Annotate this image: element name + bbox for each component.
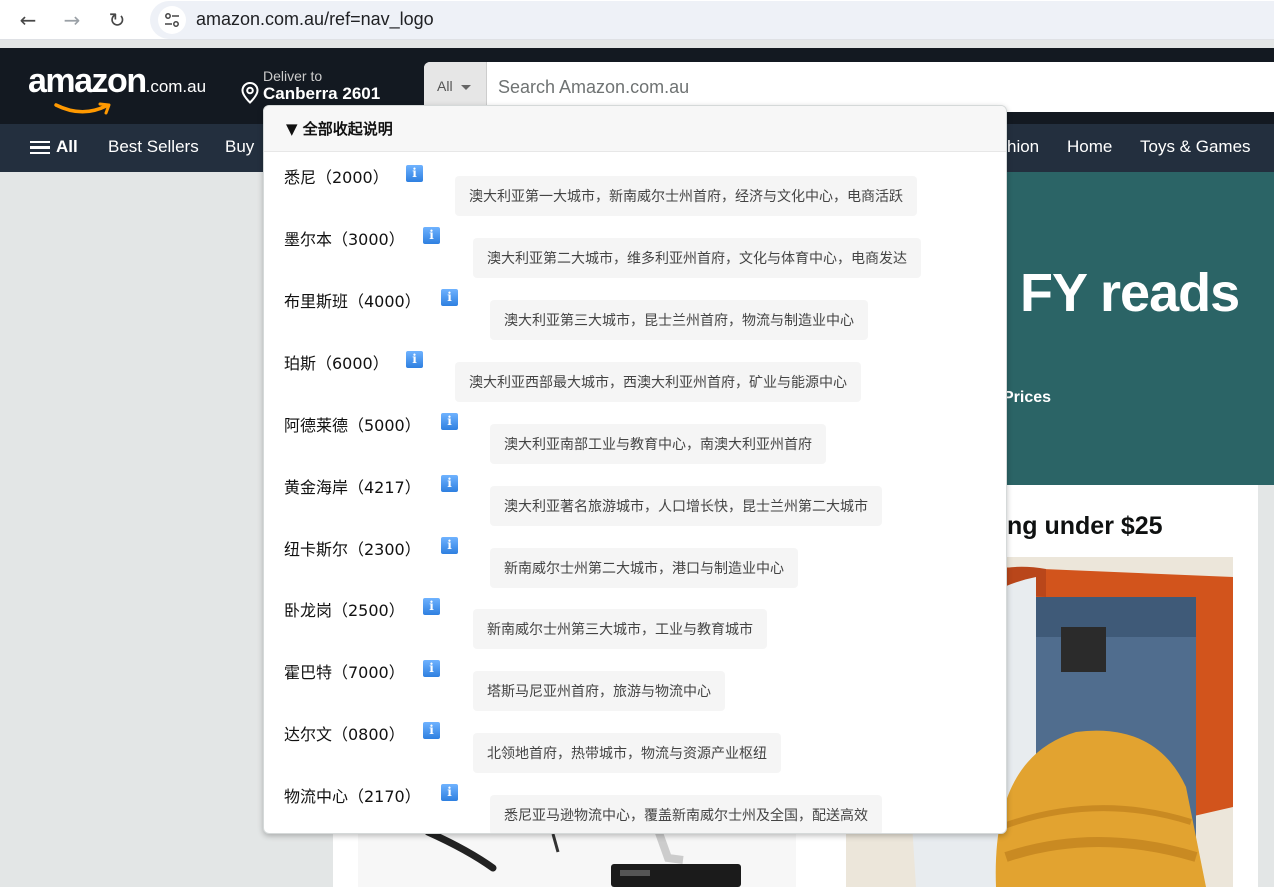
city-description: 澳大利亚西部最大城市，西澳大利亚州首府，矿业与能源中心	[455, 362, 861, 402]
city-label[interactable]: 物流中心（2170）	[284, 783, 421, 807]
city-row-darwin[interactable]: 达尔文（0800） i 北领地首府，热带城市，物流与资源产业枢纽	[264, 721, 1006, 783]
site-settings-icon[interactable]	[158, 6, 186, 34]
card-title: ng under $25	[1007, 512, 1163, 540]
city-row-perth[interactable]: 珀斯（6000） i 澳大利亚西部最大城市，西澳大利亚州首府，矿业与能源中心	[264, 350, 1006, 412]
city-description: 澳大利亚著名旅游城市，人口增长快，昆士兰州第二大城市	[490, 486, 882, 526]
city-label[interactable]: 霍巴特（7000）	[284, 659, 405, 683]
city-row-logistics-centre[interactable]: 物流中心（2170） i 悉尼亚马逊物流中心，覆盖新南威尔士州及全国，配送高效	[264, 783, 1006, 833]
info-icon[interactable]: i	[406, 351, 423, 368]
info-icon[interactable]: i	[423, 227, 440, 244]
back-icon[interactable]: ←	[14, 6, 42, 34]
caret-down-icon	[460, 84, 471, 90]
hero-prices-text: Prices	[1003, 389, 1052, 406]
city-label[interactable]: 阿德莱德（5000）	[284, 412, 421, 436]
city-description: 新南威尔士州第二大城市，港口与制造业中心	[490, 548, 798, 588]
city-label[interactable]: 纽卡斯尔（2300）	[284, 536, 421, 560]
treadmill-image[interactable]	[358, 830, 796, 887]
all-menu-label: All	[56, 137, 78, 156]
city-label[interactable]: 珀斯（6000）	[284, 350, 389, 374]
hero-headline: FY reads	[1020, 263, 1240, 323]
location-pin-icon	[241, 82, 259, 104]
city-row-sydney[interactable]: 悉尼（2000） i 澳大利亚第一大城市，新南威尔士州首府，经济与文化中心，电商…	[264, 164, 1006, 226]
info-icon[interactable]: i	[441, 289, 458, 306]
city-description: 北领地首府，热带城市，物流与资源产业枢纽	[473, 733, 781, 773]
city-row-melbourne[interactable]: 墨尔本（3000） i 澳大利亚第二大城市，维多利亚州首府，文化与体育中心，电商…	[264, 226, 1006, 288]
city-label[interactable]: 布里斯班（4000）	[284, 288, 421, 312]
nav-best-sellers[interactable]: Best Sellers	[108, 137, 199, 157]
deliver-location: Canberra 2601	[263, 84, 381, 103]
amazon-logo[interactable]: amazon.com.au	[28, 62, 207, 115]
city-description: 悉尼亚马逊物流中心，覆盖新南威尔士州及全国，配送高效	[490, 795, 882, 833]
city-label[interactable]: 悉尼（2000）	[284, 164, 389, 188]
nav-home[interactable]: Home	[1067, 137, 1112, 157]
forward-icon[interactable]: →	[58, 6, 86, 34]
delivery-location-dropdown: ▼ 全部收起说明 悉尼（2000） i 澳大利亚第一大城市，新南威尔士州首府，经…	[263, 105, 1007, 834]
city-description: 澳大利亚第三大城市，昆士兰州首府，物流与制造业中心	[490, 300, 868, 340]
city-description: 澳大利亚南部工业与教育中心，南澳大利亚州首府	[490, 424, 826, 464]
reload-icon[interactable]: ↻	[103, 6, 131, 34]
url-text[interactable]: amazon.com.au/ref=nav_logo	[196, 9, 434, 30]
city-label[interactable]: 卧龙岗（2500）	[284, 597, 405, 621]
logo-text: amazon	[28, 62, 147, 100]
city-label[interactable]: 墨尔本（3000）	[284, 226, 405, 250]
city-description: 澳大利亚第二大城市，维多利亚州首府，文化与体育中心，电商发达	[473, 238, 921, 278]
search-category-label: All	[437, 78, 453, 94]
city-row-gold-coast[interactable]: 黄金海岸（4217） i 澳大利亚著名旅游城市，人口增长快，昆士兰州第二大城市	[264, 474, 1006, 536]
info-icon[interactable]: i	[441, 475, 458, 492]
city-label[interactable]: 达尔文（0800）	[284, 721, 405, 745]
collapse-all-toggle[interactable]: ▼ 全部收起说明	[264, 106, 1006, 152]
info-icon[interactable]: i	[441, 784, 458, 801]
logo-suffix: .com.au	[145, 77, 207, 96]
deliver-label: Deliver to	[263, 68, 323, 84]
info-icon[interactable]: i	[441, 413, 458, 430]
nav-fashion[interactable]: hion	[1007, 137, 1039, 157]
city-row-adelaide[interactable]: 阿德莱德（5000） i 澳大利亚南部工业与教育中心，南澳大利亚州首府	[264, 412, 1006, 474]
city-description: 塔斯马尼亚州首府，旅游与物流中心	[473, 671, 725, 711]
address-bar[interactable]: amazon.com.au/ref=nav_logo	[150, 1, 1274, 39]
info-icon[interactable]: i	[423, 722, 440, 739]
city-row-brisbane[interactable]: 布里斯班（4000） i 澳大利亚第三大城市，昆士兰州首府，物流与制造业中心	[264, 288, 1006, 350]
info-icon[interactable]: i	[423, 660, 440, 677]
city-description: 新南威尔士州第三大城市，工业与教育城市	[473, 609, 767, 649]
collapse-all-label: ▼ 全部收起说明	[286, 120, 393, 138]
hero-banner[interactable]	[1007, 172, 1274, 485]
city-label[interactable]: 黄金海岸（4217）	[284, 474, 421, 498]
smile-icon	[54, 102, 111, 115]
city-row-newcastle[interactable]: 纽卡斯尔（2300） i 新南威尔士州第二大城市，港口与制造业中心	[264, 536, 1006, 598]
browser-toolbar: ← → ↻ amazon.com.au/ref=nav_logo	[0, 0, 1274, 40]
city-row-hobart[interactable]: 霍巴特（7000） i 塔斯马尼亚州首府，旅游与物流中心	[264, 659, 1006, 721]
info-icon[interactable]: i	[406, 165, 423, 182]
info-icon[interactable]: i	[423, 598, 440, 615]
all-menu-button[interactable]: All	[30, 137, 78, 157]
nav-toys-games[interactable]: Toys & Games	[1140, 137, 1251, 157]
city-row-wollongong[interactable]: 卧龙岗（2500） i 新南威尔士州第三大城市，工业与教育城市	[264, 597, 1006, 659]
hamburger-icon	[30, 138, 50, 158]
city-description: 澳大利亚第一大城市，新南威尔士州首府，经济与文化中心，电商活跃	[455, 176, 917, 216]
info-icon[interactable]: i	[441, 537, 458, 554]
nav-buy[interactable]: Buy	[225, 137, 254, 157]
